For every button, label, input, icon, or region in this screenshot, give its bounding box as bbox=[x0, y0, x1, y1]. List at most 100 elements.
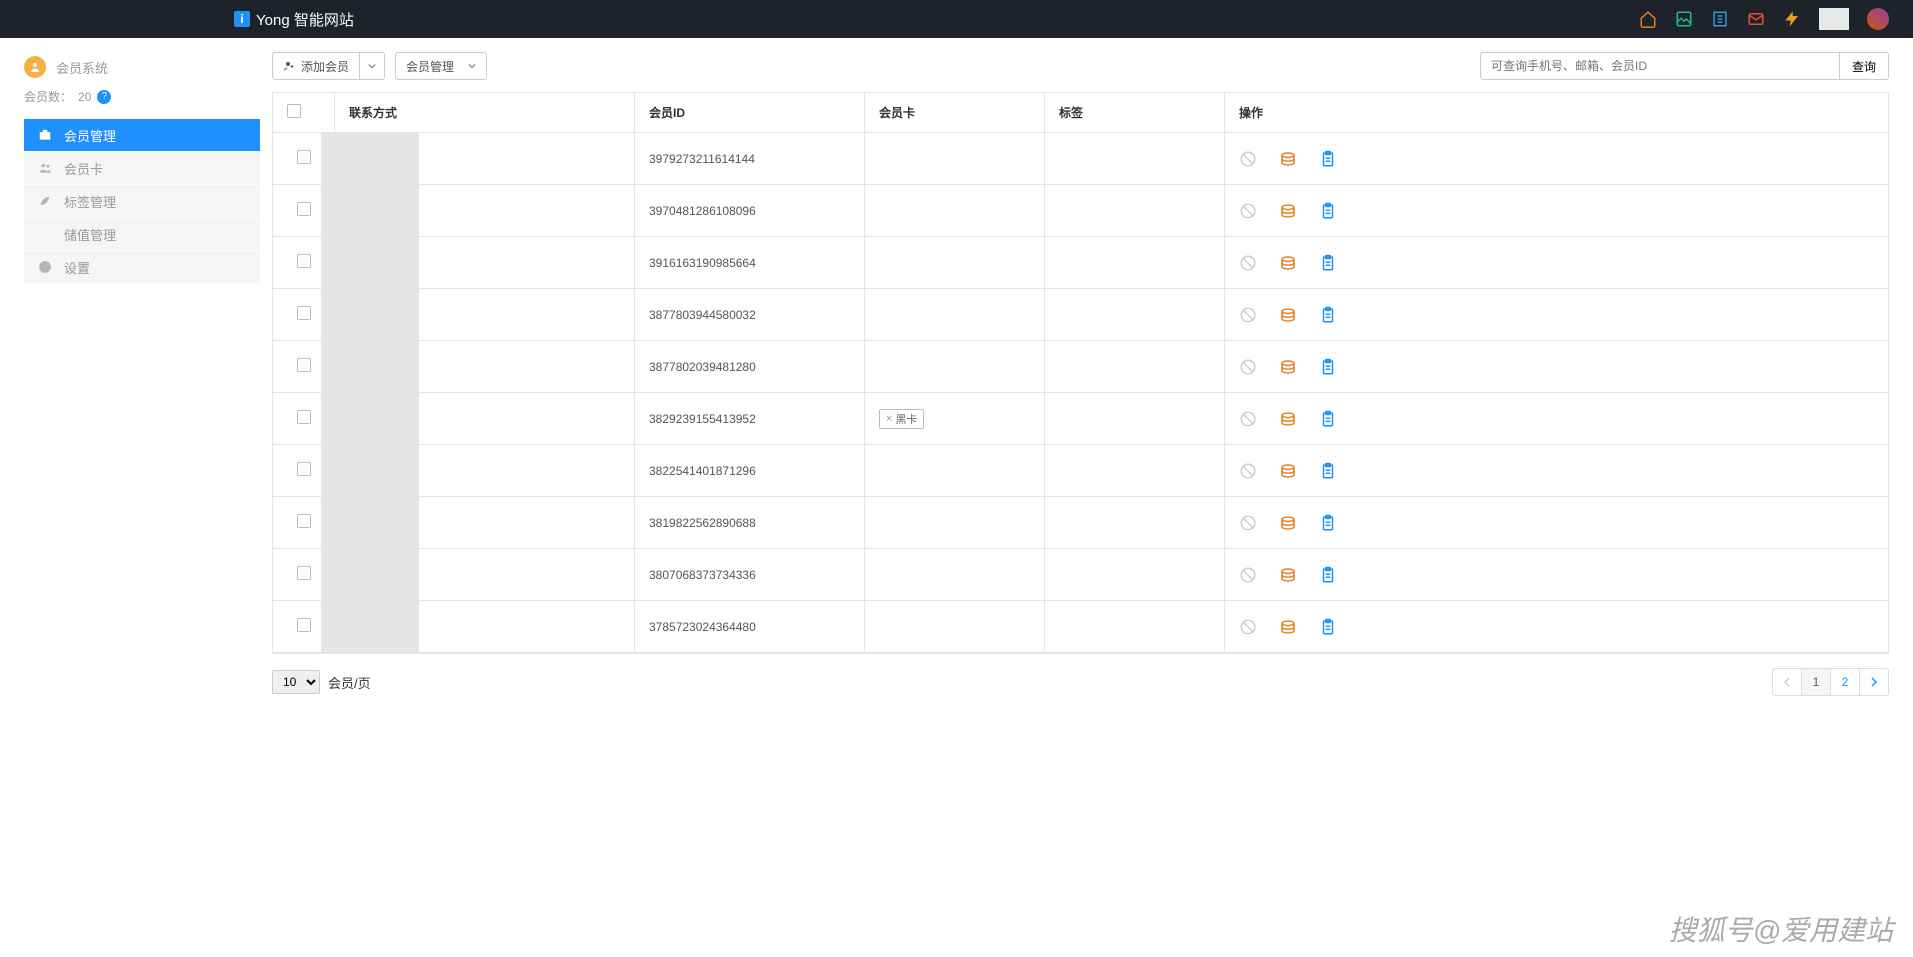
sidebar-item-member-card[interactable]: 会员卡 bbox=[24, 152, 260, 184]
pager-page-2[interactable]: 2 bbox=[1830, 668, 1860, 696]
redacted-contact bbox=[321, 289, 419, 340]
watermark: 搜狐号@爱用建站 bbox=[1669, 909, 1893, 949]
search-button[interactable]: 查询 bbox=[1840, 52, 1889, 80]
help-icon[interactable]: ? bbox=[97, 90, 111, 104]
cell-ops bbox=[1225, 445, 1888, 497]
user-circle-icon bbox=[24, 56, 46, 78]
clipboard-icon[interactable] bbox=[1319, 410, 1337, 428]
tag-text: 黑卡 bbox=[895, 411, 917, 427]
coins-icon[interactable] bbox=[1279, 566, 1297, 584]
image-icon[interactable] bbox=[1675, 10, 1693, 28]
users-icon bbox=[38, 161, 52, 175]
cell-tag bbox=[1045, 133, 1225, 185]
tag-chip[interactable]: ×黑卡 bbox=[879, 409, 924, 429]
home-icon[interactable] bbox=[1639, 10, 1657, 28]
cell-card bbox=[865, 497, 1045, 549]
cell-contact bbox=[335, 445, 635, 497]
block-icon[interactable] bbox=[1239, 306, 1257, 324]
cell-member-id: 3807068373734336 bbox=[635, 549, 865, 601]
row-checkbox[interactable] bbox=[297, 462, 311, 476]
redacted-contact bbox=[321, 237, 419, 288]
row-checkbox[interactable] bbox=[297, 410, 311, 424]
avatar[interactable] bbox=[1867, 8, 1889, 30]
block-icon[interactable] bbox=[1239, 566, 1257, 584]
sidebar-item-member-mgmt[interactable]: 会员管理 bbox=[24, 119, 260, 151]
cell-tag bbox=[1045, 445, 1225, 497]
coins-icon[interactable] bbox=[1279, 462, 1297, 480]
clipboard-icon[interactable] bbox=[1319, 202, 1337, 220]
cell-ops bbox=[1225, 289, 1888, 341]
briefcase-icon bbox=[38, 128, 52, 142]
row-checkbox[interactable] bbox=[297, 514, 311, 528]
pager-page-1[interactable]: 1 bbox=[1801, 668, 1831, 696]
block-icon[interactable] bbox=[1239, 358, 1257, 376]
bolt-icon[interactable] bbox=[1783, 10, 1801, 28]
row-checkbox[interactable] bbox=[297, 202, 311, 216]
page-size-select[interactable]: 10 bbox=[272, 670, 320, 694]
clipboard-icon[interactable] bbox=[1319, 514, 1337, 532]
row-checkbox[interactable] bbox=[297, 306, 311, 320]
clipboard-icon[interactable] bbox=[1319, 306, 1337, 324]
sidebar-item-value-mgmt[interactable]: 储值管理 bbox=[24, 218, 260, 250]
coins-icon[interactable] bbox=[1279, 410, 1297, 428]
block-icon[interactable] bbox=[1239, 150, 1257, 168]
cell-ops bbox=[1225, 185, 1888, 237]
cell-card bbox=[865, 341, 1045, 393]
building-icon[interactable] bbox=[1711, 10, 1729, 28]
block-icon[interactable] bbox=[1239, 618, 1257, 636]
row-checkbox[interactable] bbox=[297, 566, 311, 580]
main: 添加会员 会员管理 查询 bbox=[260, 38, 1913, 720]
coins-icon[interactable] bbox=[1279, 150, 1297, 168]
cell-member-id: 3970481286108096 bbox=[635, 185, 865, 237]
block-icon[interactable] bbox=[1239, 202, 1257, 220]
clipboard-icon[interactable] bbox=[1319, 618, 1337, 636]
cell-ops bbox=[1225, 549, 1888, 601]
cell-tag bbox=[1045, 341, 1225, 393]
block-icon[interactable] bbox=[1239, 410, 1257, 428]
cell-card bbox=[865, 133, 1045, 185]
download-icon bbox=[38, 227, 52, 241]
table-row: 3877803944580032 bbox=[273, 289, 1888, 341]
sidebar-item-tag-mgmt[interactable]: 标签管理 bbox=[24, 185, 260, 217]
member-mgmt-button[interactable]: 会员管理 bbox=[395, 52, 487, 80]
col-card: 会员卡 bbox=[865, 93, 1045, 133]
sidebar: 会员系统 会员数： 20 ? 会员管理 会员卡 标签管理 储值管理 bbox=[0, 38, 260, 720]
sidebar-nav: 会员管理 会员卡 标签管理 储值管理 设置 bbox=[24, 119, 260, 283]
coins-icon[interactable] bbox=[1279, 306, 1297, 324]
select-all-checkbox[interactable] bbox=[287, 104, 301, 118]
row-checkbox[interactable] bbox=[297, 254, 311, 268]
pager-next[interactable] bbox=[1859, 668, 1889, 696]
coins-icon[interactable] bbox=[1279, 514, 1297, 532]
brand-logo-icon: i bbox=[234, 11, 250, 27]
search-input[interactable] bbox=[1480, 52, 1840, 80]
clipboard-icon[interactable] bbox=[1319, 150, 1337, 168]
coins-icon[interactable] bbox=[1279, 254, 1297, 272]
table-row: 3829239155413952 ×黑卡 bbox=[273, 393, 1888, 445]
add-member-button[interactable]: 添加会员 bbox=[272, 52, 360, 80]
user-plus-icon bbox=[283, 60, 295, 72]
clipboard-icon[interactable] bbox=[1319, 358, 1337, 376]
tag-remove-icon[interactable]: × bbox=[886, 413, 892, 425]
sidebar-item-settings[interactable]: 设置 bbox=[24, 251, 260, 283]
coins-icon[interactable] bbox=[1279, 358, 1297, 376]
member-count-value: 20 bbox=[78, 90, 91, 104]
coins-icon[interactable] bbox=[1279, 618, 1297, 636]
leaf-icon bbox=[38, 194, 52, 208]
user-block[interactable] bbox=[1819, 8, 1849, 30]
pager-prev[interactable] bbox=[1772, 668, 1802, 696]
block-icon[interactable] bbox=[1239, 514, 1257, 532]
redacted-contact bbox=[321, 497, 419, 548]
cell-contact bbox=[335, 601, 635, 653]
row-checkbox[interactable] bbox=[297, 358, 311, 372]
add-member-caret[interactable] bbox=[360, 52, 385, 80]
row-checkbox[interactable] bbox=[297, 150, 311, 164]
clipboard-icon[interactable] bbox=[1319, 566, 1337, 584]
block-icon[interactable] bbox=[1239, 462, 1257, 480]
clipboard-icon[interactable] bbox=[1319, 254, 1337, 272]
coins-icon[interactable] bbox=[1279, 202, 1297, 220]
block-icon[interactable] bbox=[1239, 254, 1257, 272]
clipboard-icon[interactable] bbox=[1319, 462, 1337, 480]
row-checkbox[interactable] bbox=[297, 618, 311, 632]
cell-contact bbox=[335, 497, 635, 549]
mail-icon[interactable] bbox=[1747, 10, 1765, 28]
